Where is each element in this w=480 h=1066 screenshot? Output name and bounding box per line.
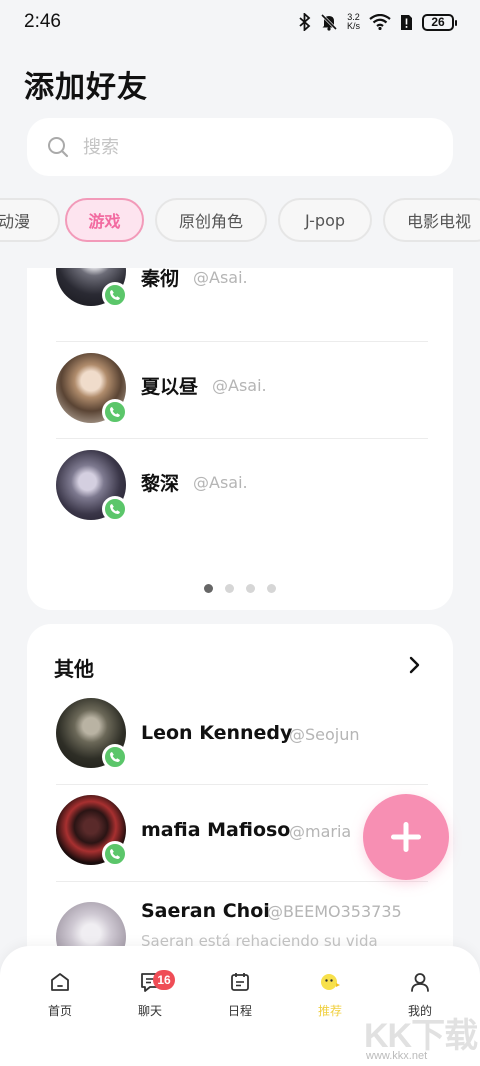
nav-label: 推荐 (317, 1004, 342, 1018)
list-item[interactable]: Leon Kennedy @Seojun (27, 698, 453, 784)
page-dot[interactable] (267, 584, 276, 593)
plus-icon (391, 822, 421, 852)
creator-handle: @Asai. (193, 473, 248, 492)
divider (56, 784, 428, 785)
search-icon (48, 137, 69, 158)
chip-jpop[interactable]: J-pop (278, 198, 372, 242)
page-indicator[interactable] (27, 584, 453, 593)
status-time: 2:46 (24, 11, 61, 32)
phone-icon (102, 496, 128, 522)
chip-label: 动漫 (0, 212, 30, 231)
featured-characters-card: 秦彻 @Asai. 夏以昼 @Asai. 黎深 @Asai. (27, 268, 453, 610)
list-item[interactable]: 秦彻 @Asai. (27, 268, 453, 337)
search-input[interactable] (83, 136, 413, 158)
character-name: Leon Kennedy (141, 722, 293, 744)
nav-chat[interactable]: 聊天 16 (120, 970, 180, 1030)
chip-label: 原创角色 (178, 212, 243, 231)
category-tabs: 动漫 游戏 原创角色 J-pop 电影电视 (0, 198, 480, 244)
sim-alert-icon (401, 14, 412, 30)
chip-label: 电影电视 (407, 212, 472, 231)
creator-handle: @Seojun (289, 725, 360, 744)
phone-icon (102, 399, 128, 425)
chip-anime[interactable]: 动漫 (0, 198, 60, 242)
divider (56, 881, 428, 882)
net-speed-unit: K/s (346, 21, 360, 31)
search-bar[interactable] (27, 118, 453, 176)
nav-recommend[interactable]: 推荐 (300, 970, 360, 1030)
chip-movies-tv[interactable]: 电影电视 (383, 198, 480, 242)
avatar (56, 268, 128, 308)
phone-icon (102, 282, 128, 308)
status-bar: 2:46 3.2 K/s 26 (0, 0, 480, 44)
profile-icon (411, 973, 429, 992)
chevron-right-icon[interactable] (409, 656, 421, 674)
calendar-icon (231, 973, 249, 991)
character-name: 夏以昼 (141, 376, 199, 398)
status-icons: 3.2 K/s 26 (299, 13, 457, 31)
nav-schedule[interactable]: 日程 (210, 970, 270, 1030)
mute-bell-icon (320, 13, 338, 31)
home-icon (51, 973, 69, 991)
phone-icon (102, 744, 128, 770)
nav-label: 日程 (227, 1004, 252, 1018)
creator-handle: @maria (289, 822, 352, 841)
page-dot[interactable] (204, 584, 213, 593)
add-button[interactable] (363, 794, 449, 880)
recommend-icon (321, 974, 340, 990)
list-item[interactable]: 夏以昼 @Asai. (27, 342, 453, 439)
creator-handle: @Asai. (193, 268, 248, 287)
wifi-icon (369, 14, 391, 30)
nav-home[interactable]: 首页 (30, 970, 90, 1030)
bluetooth-icon (299, 13, 311, 31)
character-name: Saeran Choi (141, 900, 270, 922)
chip-original-character[interactable]: 原创角色 (155, 198, 267, 242)
nav-label: 首页 (47, 1004, 72, 1018)
nav-label: 聊天 (137, 1004, 162, 1018)
creator-handle: @BEEMO353735 (267, 902, 402, 921)
chip-label: J-pop (304, 210, 346, 230)
avatar (56, 795, 128, 867)
avatar (56, 353, 128, 425)
avatar (56, 698, 128, 770)
battery-indicator: 26 (422, 13, 457, 31)
section-title: 其他 (54, 657, 94, 681)
net-speed: 3.2 K/s (347, 13, 360, 31)
chip-games[interactable]: 游戏 (65, 198, 144, 242)
page-title: 添加好友 (24, 70, 148, 105)
watermark-url: www.kkx.net (366, 1050, 428, 1062)
avatar (56, 450, 128, 522)
character-name: 秦彻 (141, 268, 180, 290)
list-item[interactable]: 黎深 @Asai. (27, 439, 453, 536)
chip-label: 游戏 (88, 212, 121, 231)
creator-handle: @Asai. (212, 376, 267, 395)
unread-badge: 16 (153, 970, 175, 990)
character-name: 黎深 (141, 473, 180, 495)
character-name: mafia Mafioso (141, 819, 291, 841)
phone-icon (102, 841, 128, 867)
page-dot[interactable] (246, 584, 255, 593)
page-dot[interactable] (225, 584, 234, 593)
